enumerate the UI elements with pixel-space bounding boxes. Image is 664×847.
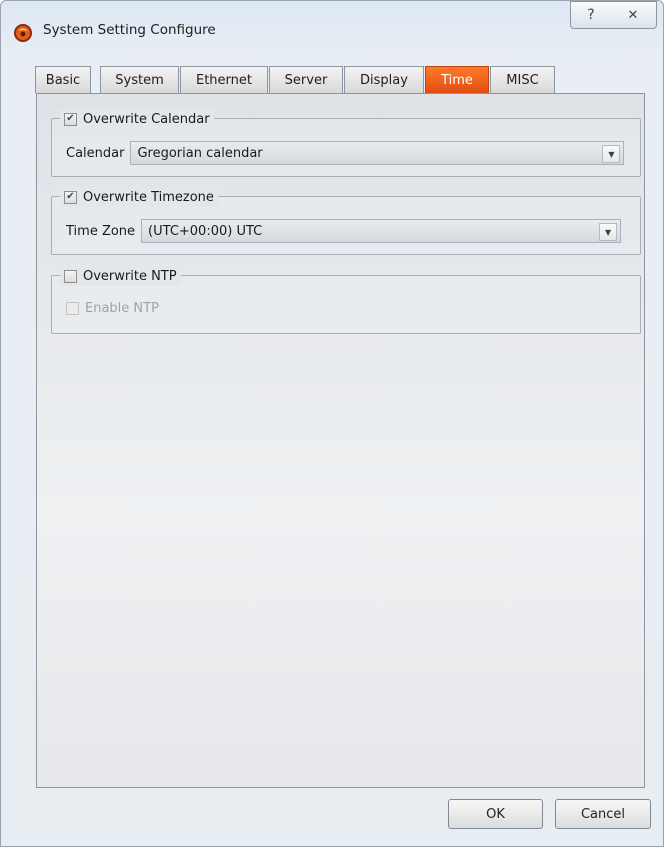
- enable-ntp-checkbox: Enable NTP: [66, 301, 159, 316]
- tab-misc[interactable]: MISC: [490, 66, 555, 93]
- overwrite-ntp-label: Overwrite NTP: [83, 268, 177, 284]
- window-title: System Setting Configure: [43, 22, 216, 38]
- tab-time[interactable]: Time: [425, 66, 489, 93]
- time-zone-selected-value: (UTC+00:00) UTC: [148, 223, 263, 239]
- time-settings-panel: ✔ Overwrite Calendar Calendar Gregorian …: [36, 93, 645, 788]
- overwrite-calendar-checkbox[interactable]: ✔ Overwrite Calendar: [60, 109, 214, 129]
- calendar-select[interactable]: Gregorian calendar ▼: [130, 141, 625, 165]
- time-zone-select[interactable]: (UTC+00:00) UTC ▼: [141, 219, 622, 243]
- help-button[interactable]: ?: [570, 1, 612, 29]
- overwrite-timezone-label: Overwrite Timezone: [83, 189, 214, 205]
- calendar-label: Calendar: [66, 145, 125, 161]
- tab-basic[interactable]: Basic: [35, 66, 91, 93]
- tab-ethernet[interactable]: Ethernet: [180, 66, 268, 93]
- app-logo-icon: [14, 24, 32, 42]
- time-zone-label: Time Zone: [66, 223, 136, 239]
- calendar-selected-value: Gregorian calendar: [137, 145, 263, 161]
- timezone-row: Time Zone (UTC+00:00) UTC ▼: [66, 219, 622, 243]
- chevron-down-icon[interactable]: ▼: [599, 223, 618, 241]
- close-icon: ✕: [627, 7, 639, 23]
- checkbox-disabled-icon: [66, 302, 79, 315]
- ntp-group: Overwrite NTP Enable NTP: [51, 266, 641, 334]
- ok-button[interactable]: OK: [448, 799, 543, 829]
- calendar-group: ✔ Overwrite Calendar Calendar Gregorian …: [51, 109, 641, 177]
- tab-display[interactable]: Display: [344, 66, 424, 93]
- overwrite-timezone-checkbox[interactable]: ✔ Overwrite Timezone: [60, 187, 218, 207]
- overwrite-calendar-label: Overwrite Calendar: [83, 111, 210, 127]
- help-icon: ?: [587, 7, 595, 23]
- overwrite-ntp-checkbox[interactable]: Overwrite NTP: [60, 266, 181, 286]
- checkbox-checked-icon: ✔: [64, 112, 77, 126]
- checkbox-checked-icon: ✔: [64, 190, 77, 204]
- calendar-row: Calendar Gregorian calendar ▼: [66, 141, 625, 165]
- close-button[interactable]: ✕: [610, 1, 657, 29]
- timezone-group: ✔ Overwrite Timezone Time Zone (UTC+00:0…: [51, 187, 641, 255]
- enable-ntp-label: Enable NTP: [85, 301, 159, 316]
- chevron-down-icon[interactable]: ▼: [602, 145, 621, 163]
- tab-server[interactable]: Server: [269, 66, 343, 93]
- tab-system[interactable]: System: [100, 66, 179, 93]
- dialog-window: System Setting Configure ? ✕ Basic Syste…: [0, 0, 664, 847]
- checkbox-unchecked-icon: [64, 269, 77, 283]
- cancel-button[interactable]: Cancel: [555, 799, 651, 829]
